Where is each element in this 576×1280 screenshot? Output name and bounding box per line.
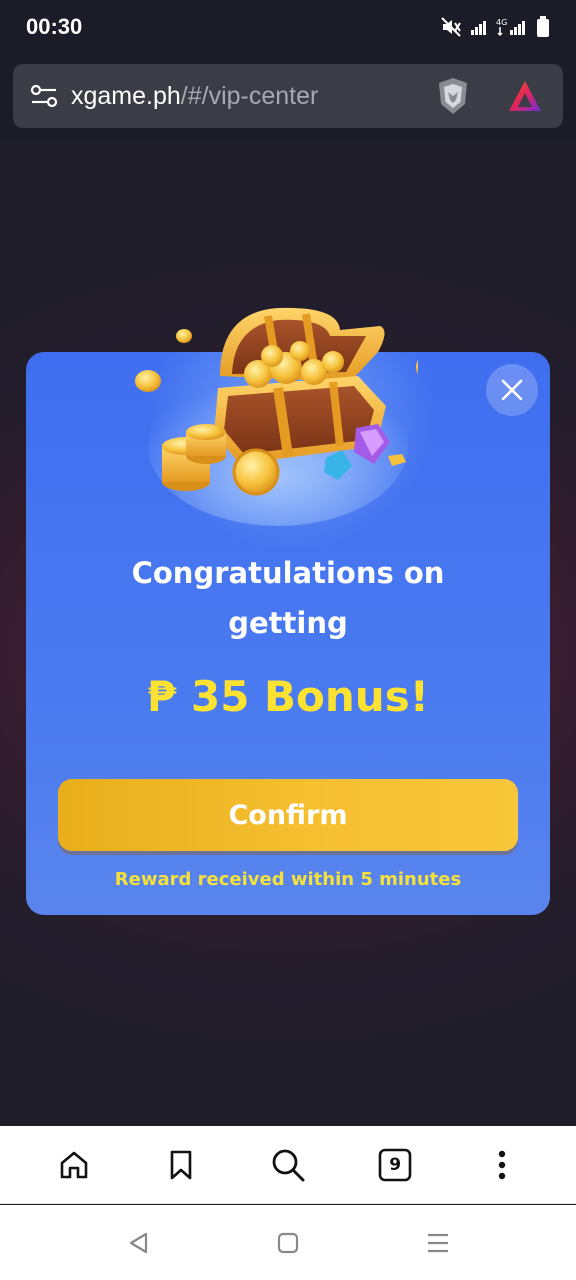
- search-button[interactable]: [260, 1137, 316, 1193]
- recents-icon: [428, 1233, 448, 1252]
- svg-text:4G: 4G: [496, 18, 507, 27]
- nav-back-button[interactable]: [118, 1223, 158, 1263]
- close-button[interactable]: [486, 364, 538, 416]
- brave-rewards-icon[interactable]: [507, 79, 543, 113]
- home-button[interactable]: [46, 1137, 102, 1193]
- mute-icon: [441, 17, 461, 37]
- status-time: 00:30: [26, 14, 83, 39]
- home-nav-icon: [277, 1232, 299, 1253]
- more-button[interactable]: [474, 1137, 530, 1193]
- system-nav-bar: [0, 1205, 576, 1280]
- status-bar: 00:30 4G: [0, 0, 576, 54]
- browser-toolbar: 9: [0, 1126, 576, 1204]
- home-icon: [60, 1151, 87, 1178]
- treasure-chest-icon: [135, 307, 418, 526]
- confirm-button[interactable]: Confirm: [58, 779, 518, 851]
- close-icon: [501, 379, 523, 401]
- search-icon: [272, 1149, 305, 1181]
- address-bar[interactable]: xgame.ph/#/vip-center: [13, 64, 563, 128]
- url-domain: xgame.ph: [71, 81, 181, 110]
- reward-note: Reward received within 5 minutes: [114, 869, 462, 890]
- battery-icon: [537, 16, 549, 37]
- bookmark-button[interactable]: [153, 1137, 209, 1193]
- bonus-amount: ₱ 35 Bonus!: [147, 672, 429, 721]
- nav-recents-button[interactable]: [418, 1223, 458, 1263]
- back-icon: [129, 1232, 148, 1253]
- url-text[interactable]: xgame.ph/#/vip-center: [71, 82, 435, 111]
- tabs-button[interactable]: 9: [367, 1137, 423, 1193]
- bookmark-icon: [170, 1150, 192, 1179]
- site-settings-icon[interactable]: [29, 81, 59, 111]
- 4g-signal-icon: 4G: [496, 18, 525, 37]
- modal-title: Congratulations on getting: [131, 556, 445, 640]
- nav-home-button[interactable]: [268, 1223, 308, 1263]
- url-path: /#/vip-center: [180, 81, 319, 110]
- signal-icon: [471, 21, 486, 35]
- brave-shield-icon[interactable]: [435, 76, 471, 116]
- status-icons: 4G: [440, 16, 550, 38]
- more-icon: [499, 1150, 506, 1179]
- tab-count: 9: [389, 1154, 402, 1175]
